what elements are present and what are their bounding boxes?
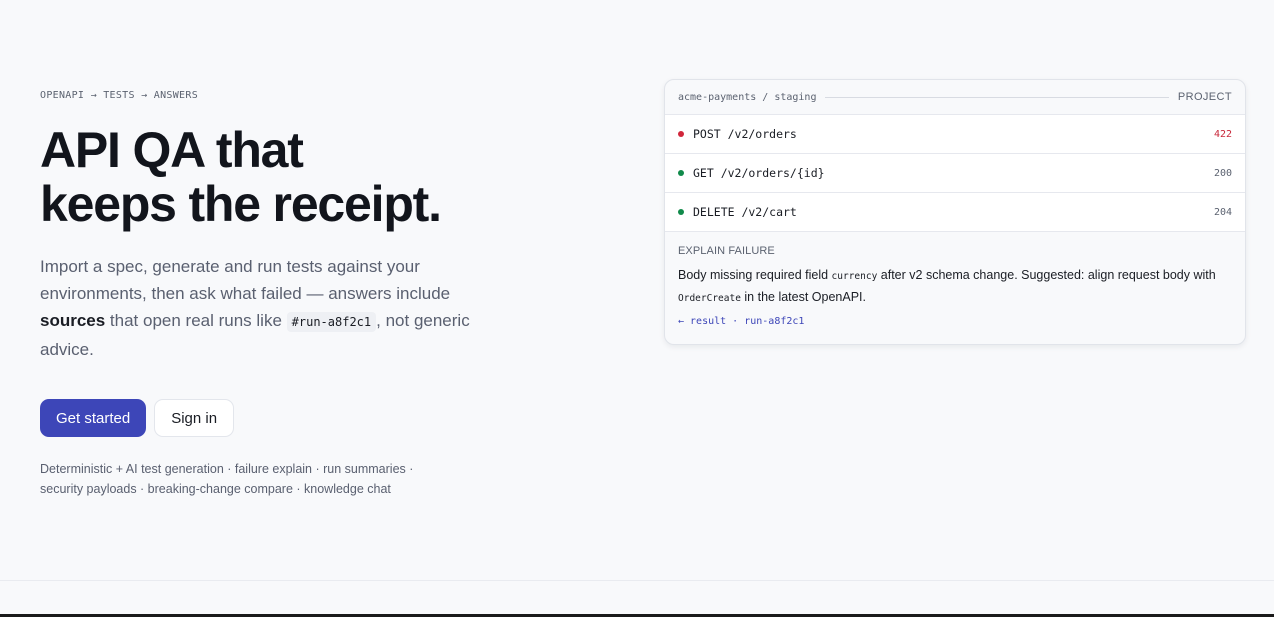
endpoint-row-get-order[interactable]: GET /v2/orders/{id} 200 — [665, 154, 1245, 193]
cta-row: Get started Sign in — [40, 399, 510, 437]
footer-divider — [0, 580, 1274, 581]
header-divider — [825, 96, 1169, 98]
endpoint-label: POST /v2/orders — [693, 127, 797, 141]
explain-text-3: in the latest OpenAPI. — [740, 290, 866, 304]
endpoint-row-post-orders[interactable]: POST /v2/orders 422 — [665, 115, 1245, 154]
headline-line-1: API QA that — [40, 122, 304, 178]
project-path: acme-payments / staging — [678, 91, 817, 103]
card-header: acme-payments / staging PROJECT — [665, 80, 1245, 115]
hero-section: OPENAPI → TESTS → ANSWERS API QA that ke… — [40, 90, 510, 499]
status-code: 422 — [1213, 128, 1232, 140]
lede-part-2: that open real runs like — [105, 311, 287, 330]
explain-text-2: after v2 schema change. Suggested: align… — [877, 268, 1216, 282]
explain-text-1: Body missing required field — [678, 268, 832, 282]
endpoint-label: GET /v2/orders/{id} — [693, 166, 825, 180]
features-line-2: security payloads · breaking-change comp… — [40, 482, 391, 496]
explain-title: EXPLAIN FAILURE — [678, 245, 775, 257]
feature-list: Deterministic + AI test generation · fai… — [40, 459, 510, 499]
project-label: PROJECT — [1177, 91, 1232, 103]
lede-run-code: #run-a8f2c1 — [286, 312, 377, 332]
explain-code-field: currency — [831, 271, 878, 282]
status-dot-icon — [678, 209, 684, 215]
explain-code-schema: OrderCreate — [678, 293, 741, 304]
explain-body: Body missing required field currency aft… — [678, 265, 1232, 309]
project-preview-card: acme-payments / staging PROJECT POST /v2… — [664, 79, 1246, 345]
lede-part-1: Import a spec, generate and run tests ag… — [40, 257, 451, 303]
hero-description: Import a spec, generate and run tests ag… — [40, 253, 510, 363]
status-code: 200 — [1213, 167, 1232, 179]
sign-in-button[interactable]: Sign in — [154, 399, 235, 437]
lede-bold-sources: sources — [40, 311, 106, 330]
page-title: API QA that keeps the receipt. — [40, 123, 510, 231]
status-dot-icon — [678, 170, 684, 176]
features-line-1: Deterministic + AI test generation · fai… — [40, 462, 414, 476]
headline-line-2: keeps the receipt. — [40, 176, 442, 232]
explain-failure-panel: EXPLAIN FAILURE Body missing required fi… — [665, 232, 1245, 340]
result-link[interactable]: ← result · run-a8f2c1 — [678, 316, 1232, 327]
get-started-button[interactable]: Get started — [40, 399, 147, 437]
endpoint-label: DELETE /v2/cart — [693, 205, 797, 219]
eyebrow-text: OPENAPI → TESTS → ANSWERS — [40, 90, 199, 101]
endpoint-row-delete-cart[interactable]: DELETE /v2/cart 204 — [665, 193, 1245, 232]
status-code: 204 — [1213, 206, 1232, 218]
status-dot-icon — [678, 131, 684, 137]
